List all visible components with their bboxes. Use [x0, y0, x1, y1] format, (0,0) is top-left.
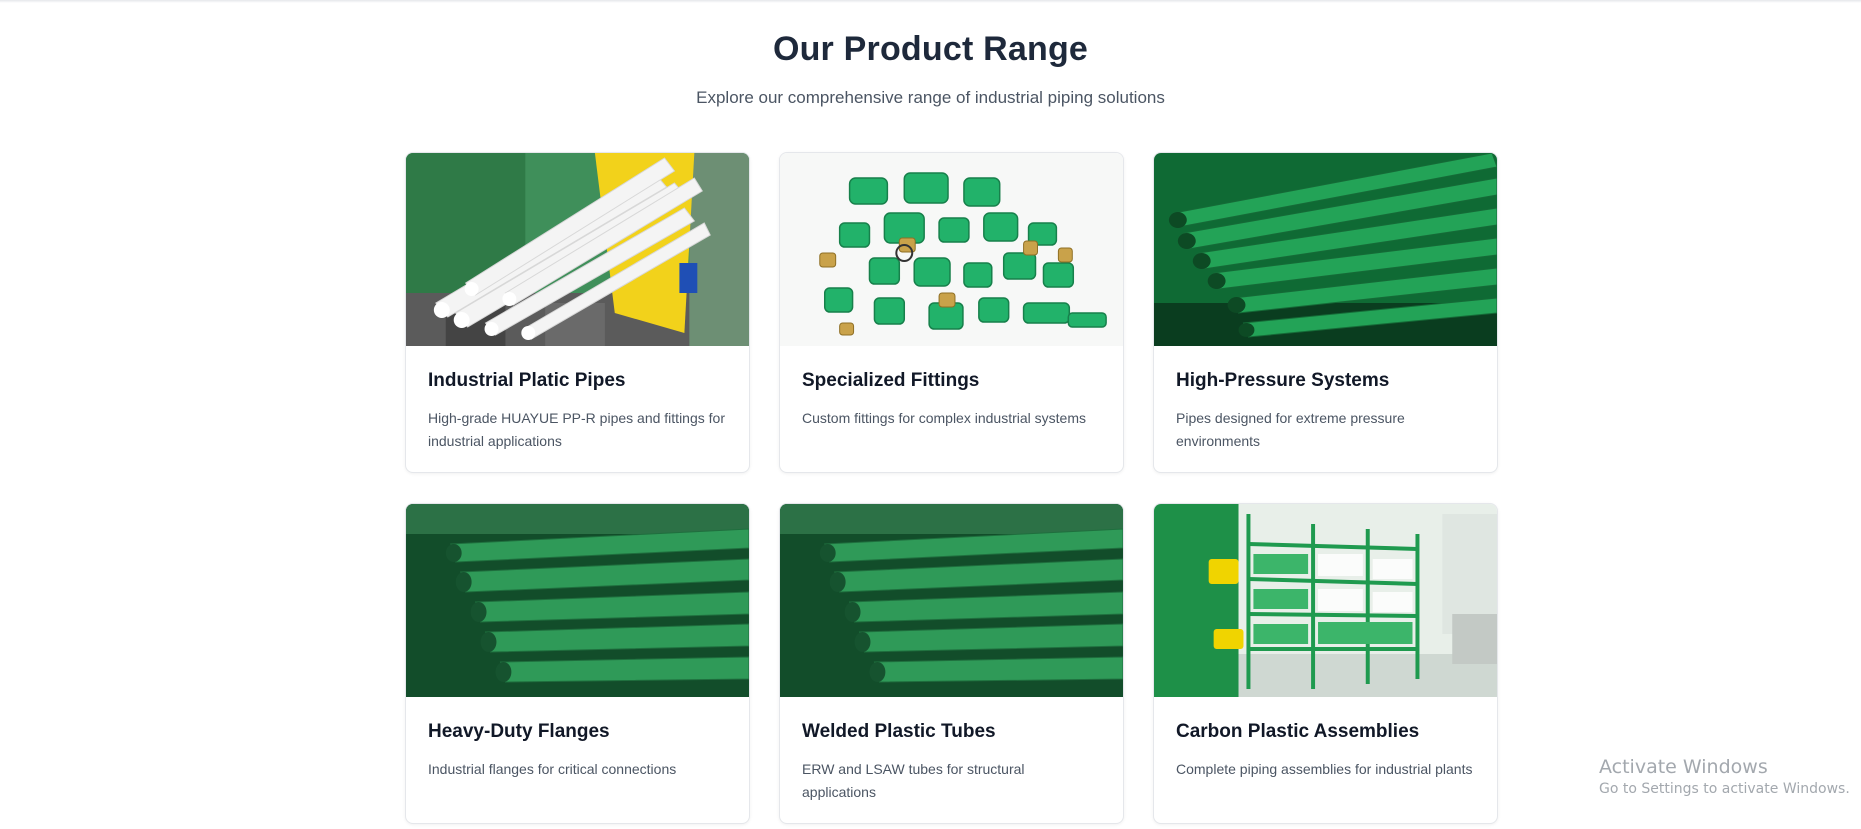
product-image-green-pipes-closeup [780, 504, 1123, 697]
product-title: Specialized Fittings [802, 370, 980, 391]
product-title: Industrial Platic Pipes [428, 370, 626, 391]
activate-windows-subtitle: Go to Settings to activate Windows. [1599, 781, 1850, 797]
product-image-green-pipes [1154, 153, 1497, 346]
product-title: Carbon Plastic Assemblies [1176, 721, 1420, 742]
product-title: Heavy-Duty Flanges [428, 721, 610, 742]
product-description: Pipes designed for extreme pressure envi… [1176, 410, 1405, 449]
product-image-white-pipes [406, 153, 749, 346]
product-description: High-grade HUAYUE PP-R pipes and fitting… [428, 410, 725, 449]
activate-windows-title: Activate Windows [1599, 756, 1768, 778]
section-title: Our Product Range [772, 30, 1089, 68]
product-grid: Industrial Platic Pipes High-grade HUAYU… [405, 152, 1500, 824]
product-title: Welded Plastic Tubes [802, 721, 996, 742]
product-image-warehouse-shelves [1154, 504, 1497, 697]
product-card-specialized-fittings[interactable]: Specialized Fittings Custom fittings for… [779, 152, 1124, 473]
product-card-welded-tubes[interactable]: Welded Plastic Tubes ERW and LSAW tubes … [779, 503, 1124, 824]
product-description: Custom fittings for complex industrial s… [802, 410, 1086, 426]
product-image-green-pipes-closeup [406, 504, 749, 697]
product-description: Industrial flanges for critical connecti… [428, 761, 677, 777]
product-image-green-fittings [780, 153, 1123, 346]
product-card-heavy-duty-flanges[interactable]: Heavy-Duty Flanges Industrial flanges fo… [405, 503, 750, 824]
section-subtitle: Explore our comprehensive range of indus… [696, 88, 1165, 107]
product-card-industrial-pipes[interactable]: Industrial Platic Pipes High-grade HUAYU… [405, 152, 750, 473]
product-description: Complete piping assemblies for industria… [1176, 761, 1473, 777]
product-description: ERW and LSAW tubes for structural applic… [802, 761, 1025, 800]
product-title: High-Pressure Systems [1176, 370, 1390, 391]
product-card-carbon-assemblies[interactable]: Carbon Plastic Assemblies Complete pipin… [1153, 503, 1498, 824]
product-card-high-pressure[interactable]: High-Pressure Systems Pipes designed for… [1153, 152, 1498, 473]
top-divider [0, 0, 1861, 3]
activate-windows-watermark: Activate Windows Go to Settings to activ… [1599, 756, 1850, 797]
